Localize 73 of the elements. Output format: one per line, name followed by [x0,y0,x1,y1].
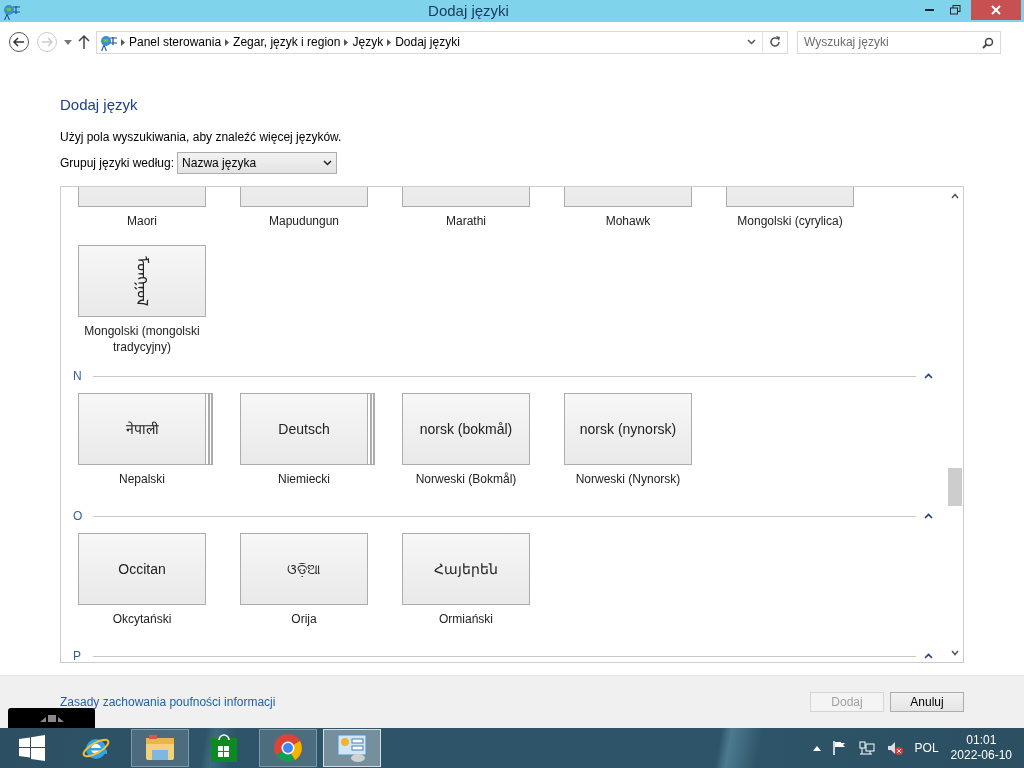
taskbar-app-button[interactable] [131,729,189,767]
group-letter: N [73,368,83,385]
windows-logo-icon [19,735,45,761]
close-icon [991,5,1001,15]
language-name: Mohawk [604,213,652,230]
search-icon[interactable] [982,36,994,49]
language-name: Mongolski (cyrylica) [736,213,844,230]
back-button[interactable] [8,31,30,53]
network-icon[interactable] [858,741,875,755]
group-by-label: Grupuj języki według: [60,155,175,172]
language-name: Ormiański [438,611,494,628]
collapse-icon[interactable] [924,373,933,379]
language-name: Mapudungun [267,213,341,230]
close-button[interactable] [971,0,1021,20]
search-field[interactable]: Wyszukaj języki [797,30,1001,54]
breadcrumb[interactable]: Panel sterowania [125,33,226,51]
language-tile[interactable]: norsk (bokmål) [402,393,530,465]
flag-icon[interactable] [832,741,847,755]
language-name: Marathi [445,213,487,230]
browser-icon [273,733,303,763]
language-name: Norweski (Bokmål) [414,471,518,488]
breadcrumb[interactable]: Zegar, język i region [229,33,345,51]
store-icon [211,734,237,762]
privacy-link[interactable]: Zasady zachowania poufności informacji [60,693,276,711]
breadcrumb-arrow-icon[interactable] [225,38,230,46]
minimize-icon [924,9,934,11]
hint-text: Użyj pola wyszukiwania, aby znaleźć więcej języków. [60,129,343,146]
language-name: Nepalski [118,471,166,488]
taskbar-app-button[interactable] [259,729,317,767]
control-panel-icon [336,733,368,763]
language-tile[interactable]: Occitan [78,533,206,605]
group-letter: O [73,508,84,525]
language-name: Maori [126,213,158,230]
collapse-icon[interactable] [924,513,933,519]
globe-icon [100,34,118,51]
breadcrumb-arrow-icon[interactable] [387,38,392,46]
breadcrumb[interactable]: Język [348,33,388,51]
language-name: Norweski (Nynorsk) [574,471,682,488]
show-hidden-icons-icon[interactable] [812,745,821,751]
refresh-icon[interactable] [769,36,781,48]
up-button[interactable] [78,35,90,49]
clock-date[interactable]: 2022-06-10 [950,748,1012,763]
language-name: Niemiecki [277,471,331,488]
scroll-up-icon[interactable] [951,193,959,199]
scroll-down-icon[interactable] [951,650,959,656]
input-language[interactable]: POL [914,739,939,757]
breadcrumb-arrow-icon[interactable] [344,38,349,46]
language-tile[interactable]: ଓଡ଼ିଆ [240,533,368,605]
language-tile[interactable]: Հայերեն [402,533,530,605]
clock-time[interactable]: 01:01 [966,733,997,748]
language-name: Okcytański [111,611,173,628]
peek-icon [38,713,65,723]
scrollbar-thumb[interactable] [948,468,962,506]
muted-speaker-icon[interactable] [886,741,903,755]
collapse-icon[interactable] [924,653,933,659]
dialog-button[interactable]: Anuluj [890,692,964,712]
breadcrumb-arrow-icon[interactable] [121,38,125,46]
language-tile[interactable]: ᠮᠣᠩᠭᠣᠯ [78,245,206,317]
group-letter: P [73,648,82,662]
restore-icon [949,5,961,15]
globe-icon [3,3,21,20]
group-by-dropdown[interactable]: Nazwa języka [177,152,338,174]
language-name: Orija [290,611,318,628]
recent-pages-button[interactable] [64,39,72,45]
breadcrumb[interactable]: Dodaj języki [391,33,464,51]
folder-icon [144,734,176,762]
dropdown-icon[interactable] [747,39,756,45]
dropdown-icon [323,160,333,166]
window-title: Dodaj języki [427,1,510,21]
language-name: Mongolski (mongolski tradycyjny) [83,323,201,355]
page-heading: Dodaj język [60,96,139,114]
language-tile[interactable]: norsk (nynorsk) [564,393,692,465]
address-bar[interactable]: Panel sterowania Zegar, język i region Język Dodaj języki [96,30,788,54]
